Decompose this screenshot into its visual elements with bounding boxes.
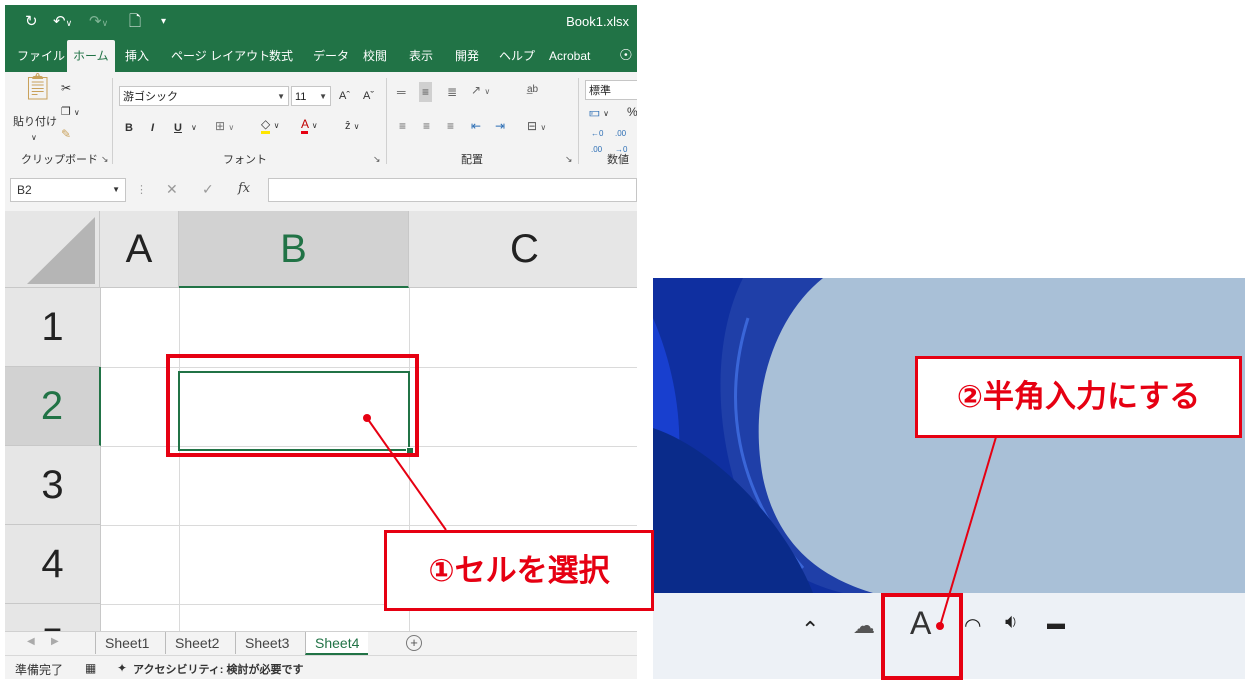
step1-callout: ①セルを選択 [384,530,654,611]
highlight-cell-box [166,354,419,457]
highlight-ime-box [881,593,963,680]
step2-callout: ②半角入力にする [915,356,1242,438]
